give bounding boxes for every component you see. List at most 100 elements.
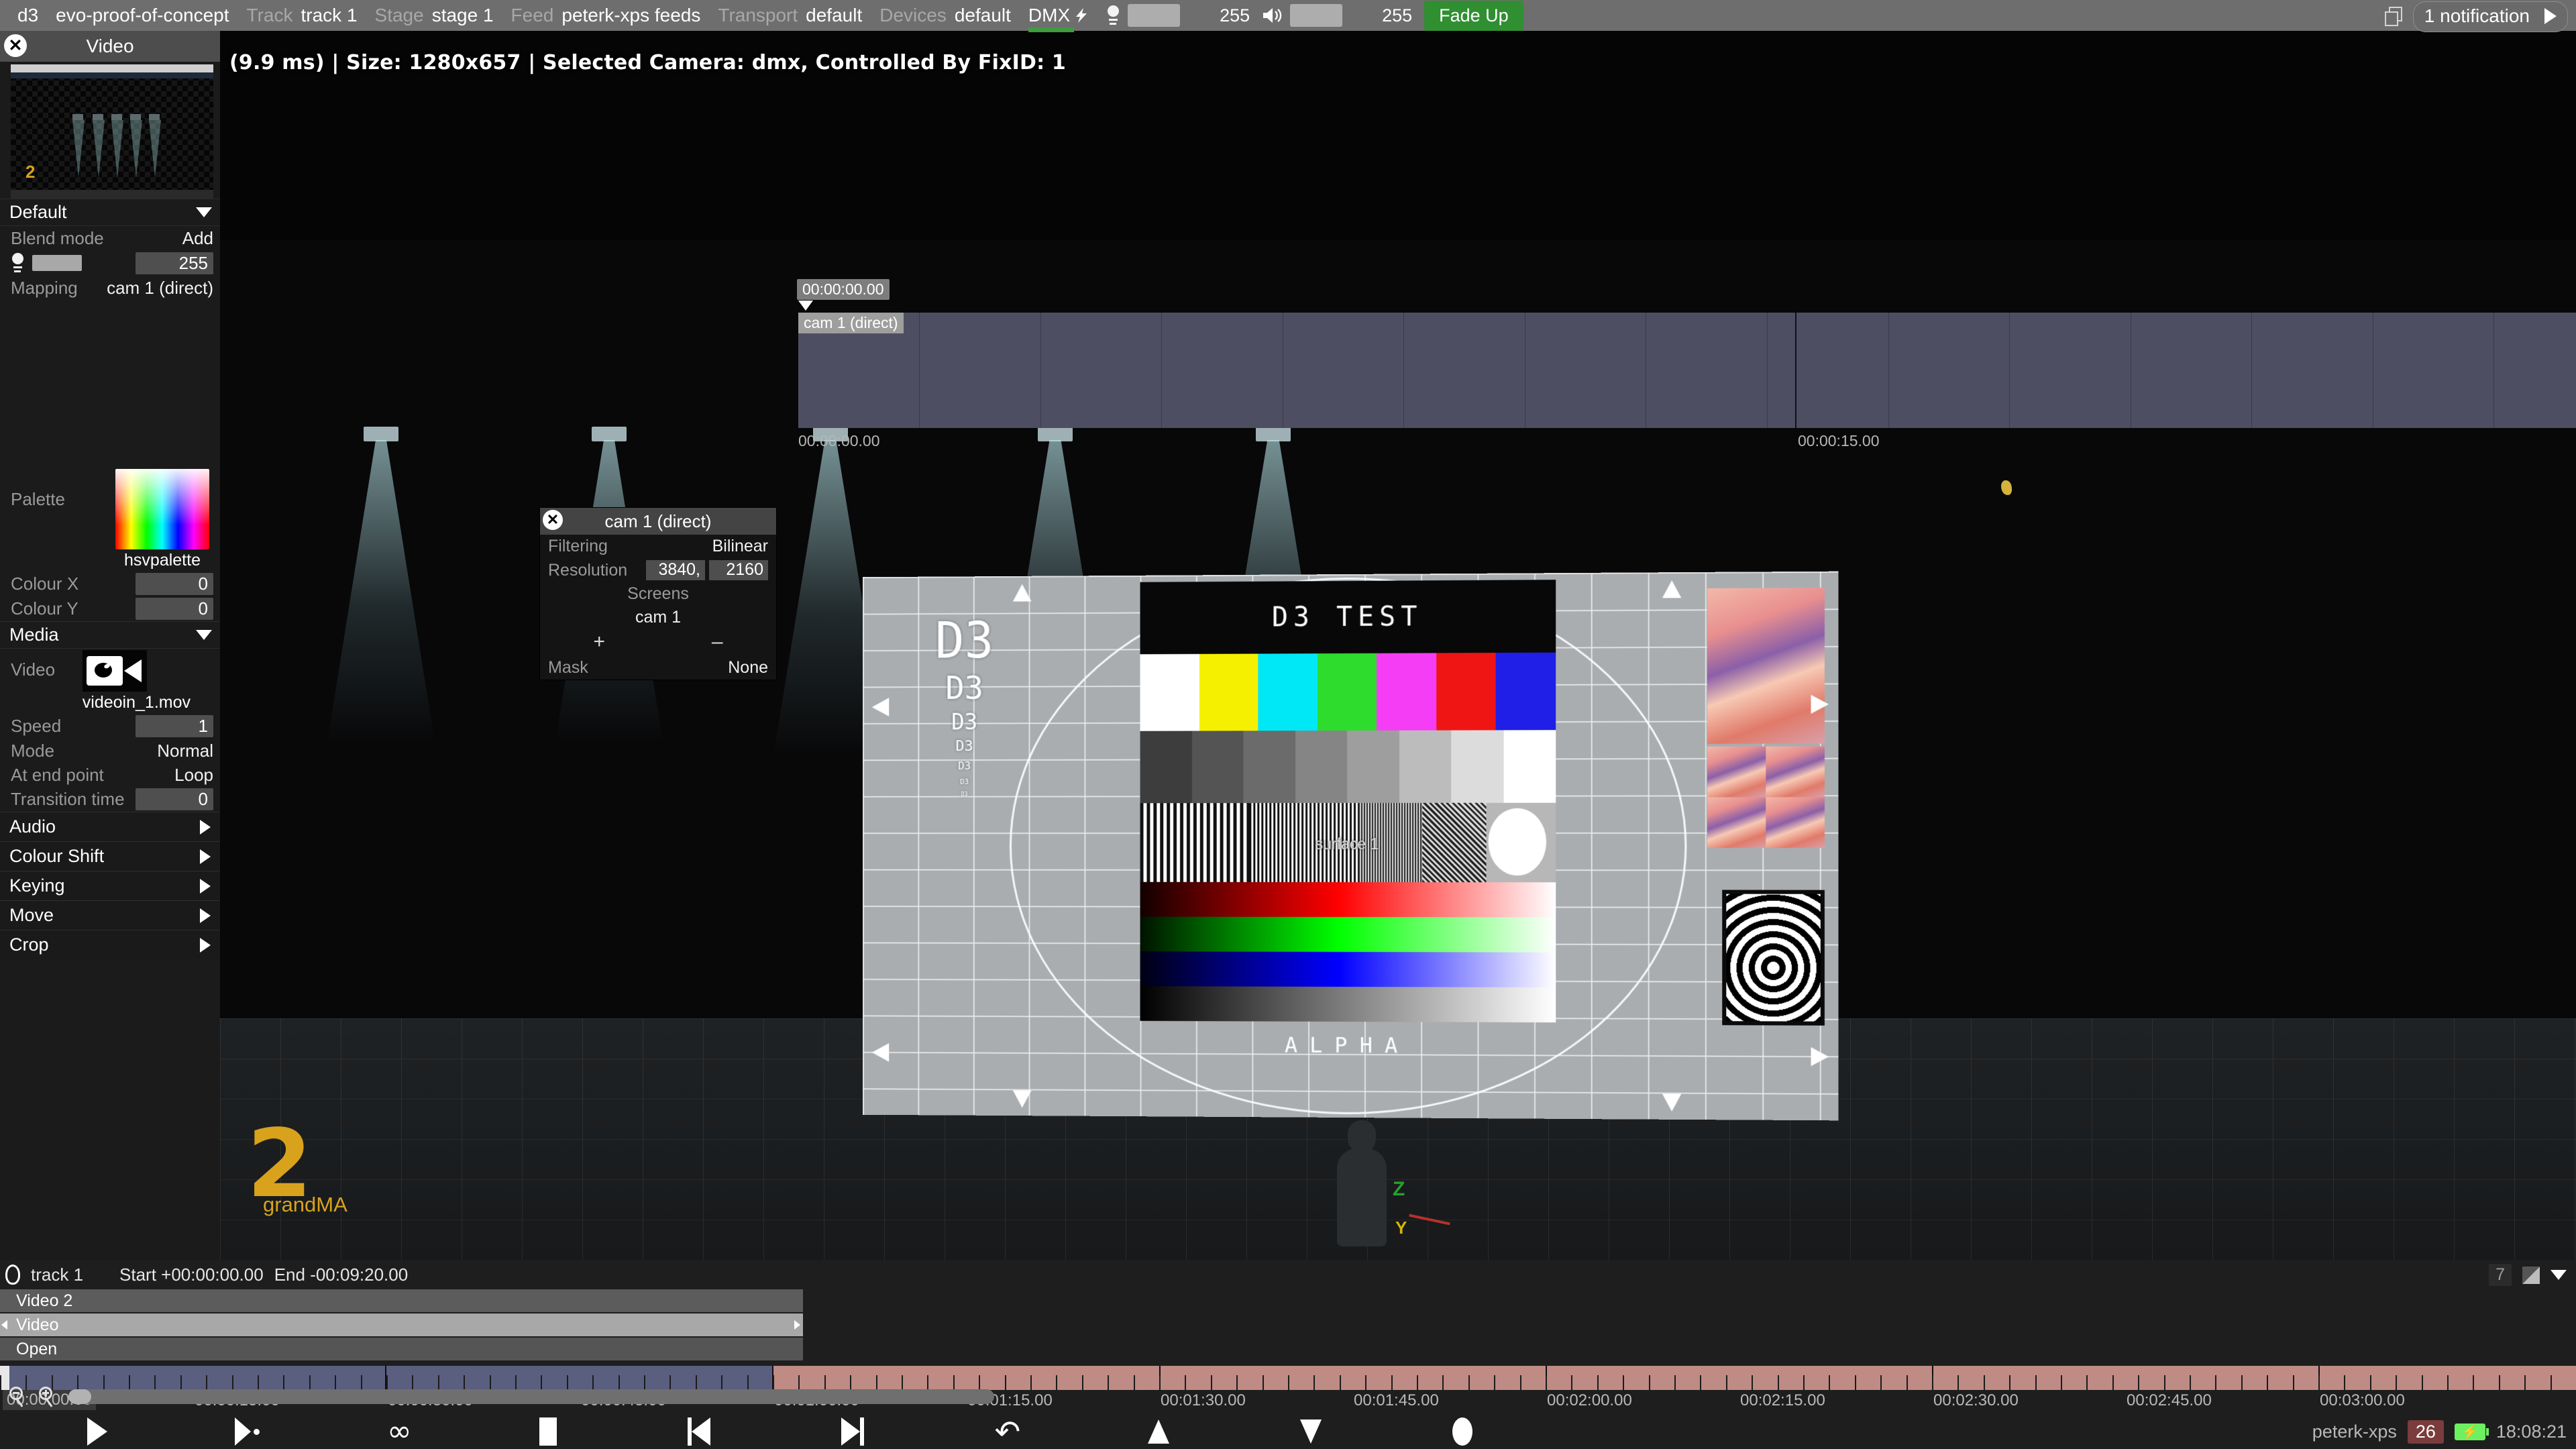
transition-time-value[interactable]: 0: [136, 788, 213, 810]
status-badge[interactable]: 26: [2407, 1419, 2444, 1444]
track-start-time[interactable]: Start +00:00:00.00: [119, 1265, 264, 1285]
feed-value[interactable]: peterk-xps feeds: [561, 5, 700, 26]
palette-swatch[interactable]: [115, 469, 209, 549]
layer-count-area[interactable]: 7: [2489, 1264, 2567, 1286]
notification-area[interactable]: 1 notification: [2383, 1, 2568, 32]
resolution-row[interactable]: Resolution 3840, 2160: [540, 558, 776, 582]
mask-row[interactable]: Mask None: [540, 656, 776, 680]
transition-time-row[interactable]: Transition time 0: [0, 787, 220, 812]
up-button[interactable]: [1148, 1414, 1170, 1449]
play-button[interactable]: [87, 1414, 107, 1449]
volume-slider[interactable]: [1290, 4, 1343, 27]
playhead-marker-icon[interactable]: [798, 301, 813, 311]
video-media-row[interactable]: Video videoin_1.mov: [0, 649, 220, 714]
section-colour-shift[interactable]: Colour Shift: [0, 841, 220, 871]
track-end-time[interactable]: End -00:09:20.00: [274, 1265, 409, 1285]
speed-row[interactable]: Speed 1: [0, 714, 220, 739]
filtering-row[interactable]: Filtering Bilinear: [540, 535, 776, 558]
brightness-value[interactable]: 255: [136, 252, 213, 274]
camera-properties-panel[interactable]: ✕ cam 1 (direct) Filtering Bilinear Reso…: [539, 507, 777, 680]
at-end-point-row[interactable]: At end point Loop: [0, 763, 220, 787]
timeline-overlay[interactable]: 00:00:00.00 cam 1 (direct) 00:00:00.00 0…: [797, 279, 2576, 453]
brightness-slider[interactable]: [1128, 4, 1181, 27]
record-button[interactable]: [1452, 1414, 1473, 1449]
brightness-slider[interactable]: [32, 255, 82, 271]
brightness-row[interactable]: 255: [0, 250, 220, 276]
chevron-right-icon[interactable]: [200, 908, 211, 923]
colour-x-value[interactable]: 0: [136, 573, 213, 595]
volume-value[interactable]: 255: [1354, 5, 1412, 26]
projection-surface[interactable]: D3 D3 D3 D3 D3 D3 D3 D3 TEST surface 1 A…: [857, 571, 1839, 1121]
close-icon[interactable]: ✕: [543, 510, 563, 530]
screens-item-row[interactable]: cam 1: [540, 606, 776, 629]
timeline-zoom-scrollbar[interactable]: [68, 1389, 994, 1404]
blend-mode-row[interactable]: Blend mode Add: [0, 226, 220, 250]
devices-value[interactable]: default: [955, 5, 1011, 26]
transport-value[interactable]: default: [806, 5, 862, 26]
section-audio[interactable]: Audio: [0, 812, 220, 841]
chevron-right-icon[interactable]: [200, 849, 211, 864]
layer-bar-video[interactable]: Video: [0, 1313, 803, 1336]
chevron-right-icon[interactable]: [200, 937, 211, 953]
close-icon[interactable]: ✕: [4, 34, 27, 57]
chevron-right-icon[interactable]: [200, 878, 211, 894]
layer-thumbnail[interactable]: [2522, 1266, 2540, 1284]
filtering-value[interactable]: Bilinear: [712, 537, 768, 556]
blend-mode-value[interactable]: Add: [182, 228, 213, 249]
chevron-down-icon[interactable]: [196, 207, 212, 217]
previous-button[interactable]: [687, 1414, 710, 1449]
zoom-scrollbar-knob[interactable]: [68, 1389, 91, 1404]
battery-icon[interactable]: ⚡: [2454, 1423, 2489, 1440]
layer-bar-video-2[interactable]: Video 2: [0, 1289, 803, 1312]
transport-controls[interactable]: ∞ ↶: [0, 1414, 2576, 1449]
loop-button[interactable]: ∞: [387, 1414, 412, 1449]
section-crop[interactable]: Crop: [0, 930, 220, 959]
zoom-out-icon[interactable]: [7, 1385, 30, 1408]
zoom-control-row[interactable]: [0, 1383, 2576, 1410]
brightness-value[interactable]: 255: [1192, 5, 1250, 26]
track-value[interactable]: track 1: [301, 5, 357, 26]
screen-item-label[interactable]: cam 1: [548, 608, 768, 627]
next-button[interactable]: [841, 1414, 864, 1449]
speed-value[interactable]: 1: [136, 715, 213, 737]
system-tray[interactable]: peterk-xps 26 ⚡ 18:08:21: [2312, 1414, 2567, 1449]
remove-screen-button[interactable]: –: [712, 631, 723, 653]
timeline-layer-block[interactable]: cam 1 (direct): [798, 313, 2576, 428]
mapping-value[interactable]: cam 1 (direct): [107, 278, 213, 299]
zoom-in-icon[interactable]: [36, 1385, 59, 1408]
add-screen-button[interactable]: +: [593, 631, 605, 653]
chevron-right-icon[interactable]: [200, 819, 211, 835]
layer-preview-thumbnail[interactable]: 2: [11, 64, 213, 199]
colour-y-value[interactable]: 0: [136, 598, 213, 620]
mode-value[interactable]: Normal: [157, 741, 213, 761]
mapping-row[interactable]: Mapping cam 1 (direct): [0, 276, 220, 300]
at-end-point-value[interactable]: Loop: [174, 765, 213, 786]
preset-selector[interactable]: Default: [0, 199, 220, 226]
video-thumbnail[interactable]: [82, 650, 147, 692]
chevron-right-icon[interactable]: [2544, 8, 2557, 24]
mask-value[interactable]: None: [728, 658, 768, 678]
colour-y-row[interactable]: Colour Y 0: [0, 596, 220, 621]
play-section-button[interactable]: [235, 1414, 260, 1449]
stage-value[interactable]: stage 1: [432, 5, 494, 26]
stop-button[interactable]: [539, 1414, 557, 1449]
section-keying[interactable]: Keying: [0, 871, 220, 900]
palette-row[interactable]: Palette hsvpalette: [0, 468, 220, 572]
windows-icon[interactable]: [2383, 5, 2406, 28]
scroll-right-icon[interactable]: [794, 1320, 800, 1330]
resolution-height-field[interactable]: 2160: [709, 560, 768, 580]
layer-bar-open[interactable]: Open: [0, 1338, 803, 1360]
dmx-toggle[interactable]: DMX: [1028, 5, 1089, 32]
colour-x-row[interactable]: Colour X 0: [0, 572, 220, 596]
notification-pill[interactable]: 1 notification: [2412, 1, 2568, 32]
project-name[interactable]: evo-proof-of-concept: [56, 5, 229, 26]
down-button[interactable]: [1300, 1414, 1322, 1449]
screens-add-remove[interactable]: + –: [540, 629, 776, 656]
resolution-width-field[interactable]: 3840,: [646, 560, 705, 580]
fade-up-button[interactable]: Fade Up: [1424, 0, 1523, 31]
scroll-left-icon[interactable]: [1, 1320, 7, 1330]
stage-3d-viewport[interactable]: (9.9 ms) | Size: 1280x657 | Selected Cam…: [220, 31, 2576, 1260]
track-name[interactable]: track 1: [31, 1265, 83, 1285]
media-section-header[interactable]: Media: [0, 621, 220, 649]
chevron-down-icon[interactable]: [196, 630, 212, 640]
